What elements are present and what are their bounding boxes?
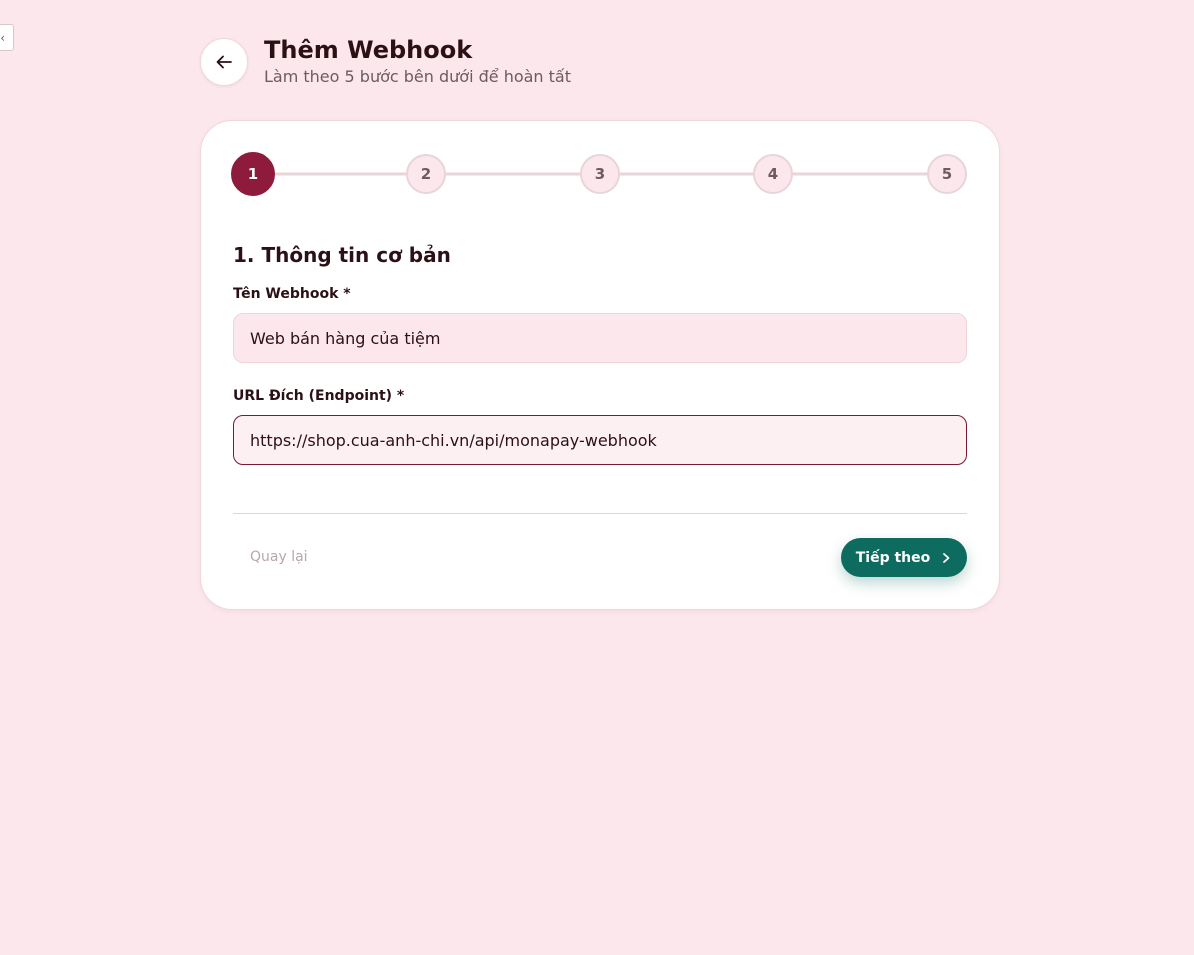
back-button[interactable] [200,38,248,86]
collapsed-panel-tab[interactable]: ‹ [0,24,14,51]
section-title: 1. Thông tin cơ bản [233,243,451,267]
page-title: Thêm Webhook [264,36,473,64]
webhook-name-label: Tên Webhook * [233,286,351,302]
stepper: 1 2 3 4 5 [231,152,967,196]
arrow-left-icon [216,55,232,69]
chevron-left-icon: ‹ [0,30,5,45]
footer-divider [233,513,967,514]
chevron-right-icon [943,552,950,563]
endpoint-url-input[interactable] [233,415,967,465]
webhook-form-card: 1 2 3 4 5 1. Thông tin cơ bản Tên Webhoo… [200,120,1000,610]
page-header: Thêm Webhook Làm theo 5 bước bên dưới để… [200,36,571,88]
step-1: 1 [231,152,275,196]
step-4: 4 [753,154,793,194]
step-2: 2 [406,154,446,194]
next-step-button[interactable]: Tiếp theo [841,538,967,577]
endpoint-url-label: URL Đích (Endpoint) * [233,388,405,404]
page-subtitle: Làm theo 5 bước bên dưới để hoàn tất [264,67,571,86]
next-step-label: Tiếp theo [855,549,931,566]
webhook-name-input[interactable] [233,313,967,363]
step-3: 3 [580,154,620,194]
header-text: Thêm Webhook Làm theo 5 bước bên dưới để… [264,36,571,88]
back-step-button[interactable]: Quay lại [250,549,308,565]
step-5: 5 [927,154,967,194]
